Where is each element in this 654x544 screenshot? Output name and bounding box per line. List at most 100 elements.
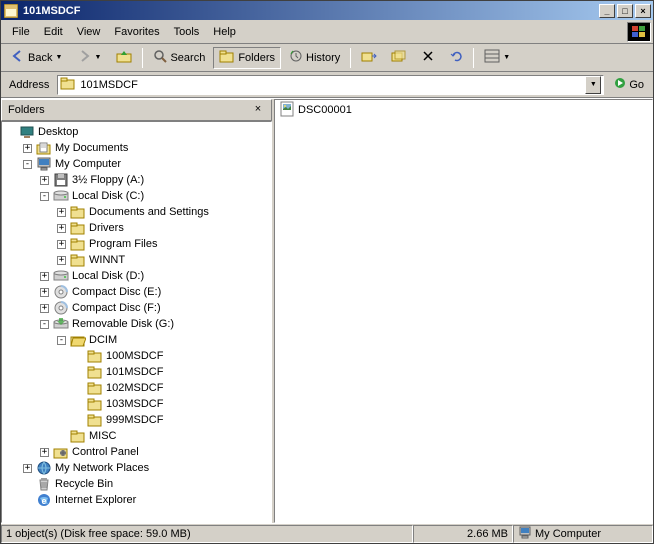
tree-item-my-computer[interactable]: - My Computer (2, 156, 271, 172)
tree-item-label: Program Files (89, 238, 157, 250)
tree-item-program-files[interactable]: + Program Files (2, 236, 271, 252)
tree-item-label: Removable Disk (G:) (72, 318, 174, 330)
views-icon (484, 49, 500, 66)
tree-item-label: 101MSDCF (106, 366, 163, 378)
mydocs-icon (36, 140, 52, 156)
tree-item-folder-999msdcf[interactable]: 999MSDCF (2, 412, 271, 428)
tree-item-label: Internet Explorer (55, 494, 136, 506)
disk-icon (53, 188, 69, 204)
expander-icon[interactable]: + (23, 464, 32, 473)
tree-item-folder-101msdcf[interactable]: 101MSDCF (2, 364, 271, 380)
panel-close-button[interactable]: × (251, 103, 265, 117)
back-button[interactable]: Back ▼ (5, 47, 69, 69)
tree-item-control-panel[interactable]: +Control Panel (2, 444, 271, 460)
separator (142, 48, 143, 68)
tree-item-compact-disc-f[interactable]: +Compact Disc (F:) (2, 300, 271, 316)
status-size: 2.66 MB (413, 525, 513, 543)
menu-edit[interactable]: Edit (37, 23, 70, 41)
close-button[interactable]: × (635, 4, 651, 18)
tree-item-floppy-a[interactable]: +3½ Floppy (A:) (2, 172, 271, 188)
chevron-down-icon[interactable]: ▼ (94, 54, 102, 61)
expander-icon[interactable]: + (57, 224, 66, 233)
folders-panel-header: Folders × (1, 99, 272, 121)
tree-item-label: 103MSDCF (106, 398, 163, 410)
forward-button[interactable]: ▼ (71, 47, 108, 69)
desktop-icon (19, 124, 35, 140)
folder-icon (70, 220, 86, 236)
folder-icon (70, 236, 86, 252)
go-label: Go (629, 79, 644, 91)
expander-icon[interactable]: + (40, 272, 49, 281)
search-icon (153, 49, 167, 66)
maximize-button[interactable]: □ (617, 4, 633, 18)
status-objects: 1 object(s) (Disk free space: 59.0 MB) (1, 525, 413, 543)
menu-file[interactable]: File (5, 23, 37, 41)
tree-item-my-network-places[interactable]: +My Network Places (2, 460, 271, 476)
cpanel-icon (53, 444, 69, 460)
tree-item-dcim[interactable]: -DCIM (2, 332, 271, 348)
chevron-down-icon[interactable]: ▼ (503, 54, 511, 61)
copyto-icon (391, 49, 407, 66)
address-dropdown[interactable]: ▼ (585, 76, 601, 94)
svg-text:e: e (41, 496, 46, 506)
views-button[interactable]: ▼ (478, 47, 517, 69)
folders-button[interactable]: Folders (213, 47, 281, 69)
delete-icon (421, 49, 435, 66)
tree-item-local-disk-c[interactable]: -Local Disk (C:) (2, 188, 271, 204)
chevron-down-icon[interactable]: ▼ (55, 54, 63, 61)
tree-item-folder-103msdcf[interactable]: 103MSDCF (2, 396, 271, 412)
titlebar[interactable]: 101MSDCF _ □ × (1, 1, 653, 20)
file-list[interactable]: DSC00001 (274, 99, 653, 523)
tree-item-drivers[interactable]: +Drivers (2, 220, 271, 236)
minimize-button[interactable]: _ (599, 4, 615, 18)
expander-icon[interactable]: - (40, 320, 49, 329)
menu-tools[interactable]: Tools (167, 23, 207, 41)
tree-item-label: Local Disk (D:) (72, 270, 144, 282)
expander-icon[interactable]: + (23, 144, 32, 153)
expander-icon[interactable]: + (57, 240, 66, 249)
expander-icon[interactable]: + (40, 288, 49, 297)
moveto-button[interactable] (355, 47, 383, 69)
copyto-button[interactable] (385, 47, 413, 69)
expander-icon[interactable]: - (57, 336, 66, 345)
expander-icon[interactable]: + (40, 448, 49, 457)
folder-icon (87, 396, 103, 412)
menu-view[interactable]: View (70, 23, 108, 41)
tree-item-internet-explorer[interactable]: e Internet Explorer (2, 492, 271, 508)
network-icon (36, 460, 52, 476)
file-item[interactable]: DSC00001 (277, 102, 650, 118)
addressbar: Address 101MSDCF ▼ Go (1, 72, 653, 98)
menu-help[interactable]: Help (206, 23, 243, 41)
tree-item-label: My Documents (55, 142, 128, 154)
expander-icon[interactable]: + (40, 304, 49, 313)
search-button[interactable]: Search (147, 47, 211, 69)
tree-item-documents-and-settings[interactable]: +Documents and Settings (2, 204, 271, 220)
menu-favorites[interactable]: Favorites (107, 23, 166, 41)
delete-button[interactable] (415, 47, 441, 69)
tree-item-removable-disk-g[interactable]: - Removable Disk (G:) (2, 316, 271, 332)
tree-item-winnt[interactable]: +WINNT (2, 252, 271, 268)
history-button[interactable]: History (283, 47, 346, 69)
tree-item-folder-102msdcf[interactable]: 102MSDCF (2, 380, 271, 396)
undo-button[interactable] (443, 47, 469, 69)
tree-item-folder-100msdcf[interactable]: 100MSDCF (2, 348, 271, 364)
expander-icon[interactable]: + (40, 176, 49, 185)
tree-item-label: My Computer (55, 158, 121, 170)
folder-icon (60, 76, 76, 93)
folder-icon (87, 348, 103, 364)
address-input[interactable]: 101MSDCF ▼ (57, 75, 604, 95)
folder-tree[interactable]: Desktop + My Documents - My Computer +3½ Flop… (1, 121, 272, 523)
tree-item-local-disk-d[interactable]: + Local Disk (D:) (2, 268, 271, 284)
tree-item-desktop[interactable]: Desktop (2, 124, 271, 140)
expander-icon[interactable]: + (57, 256, 66, 265)
expander-icon[interactable]: + (57, 208, 66, 217)
up-button[interactable] (110, 47, 138, 69)
go-button[interactable]: Go (608, 75, 649, 95)
tree-item-misc[interactable]: MISC (2, 428, 271, 444)
tree-item-label: Recycle Bin (55, 478, 113, 490)
tree-item-recycle-bin[interactable]: Recycle Bin (2, 476, 271, 492)
expander-icon[interactable]: - (23, 160, 32, 169)
expander-icon[interactable]: - (40, 192, 49, 201)
tree-item-compact-disc-e[interactable]: +Compact Disc (E:) (2, 284, 271, 300)
tree-item-my-documents[interactable]: + My Documents (2, 140, 271, 156)
